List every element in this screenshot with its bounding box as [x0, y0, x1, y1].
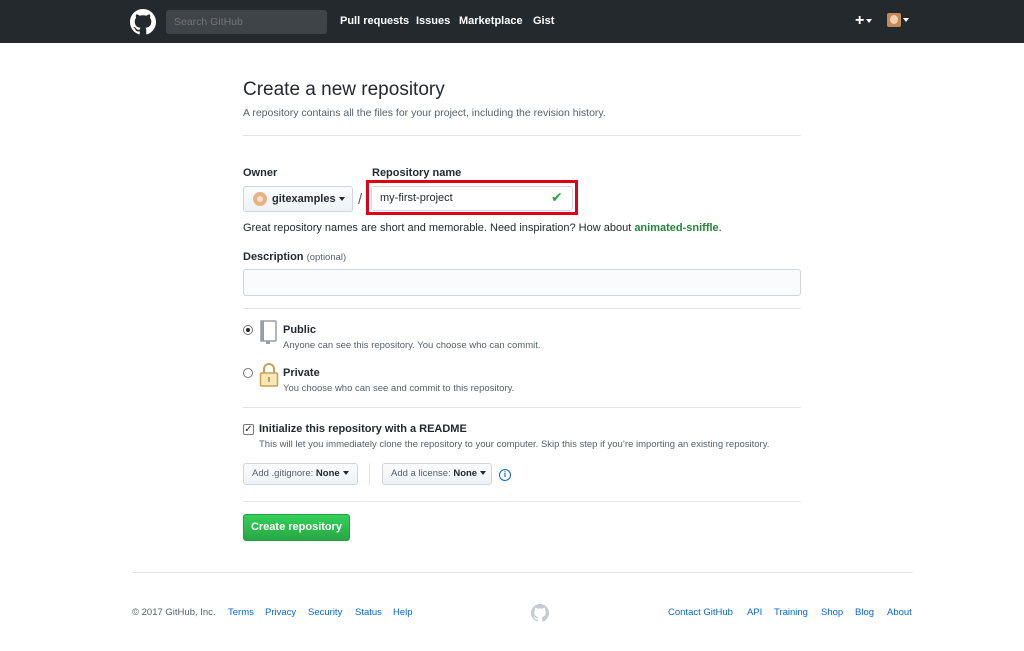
- info-icon[interactable]: i: [499, 469, 511, 481]
- page-subtitle: A repository contains all the files for …: [243, 107, 606, 119]
- github-logo-icon[interactable]: [130, 9, 156, 35]
- gitignore-value: None: [315, 468, 340, 479]
- optional-tag: (optional): [306, 252, 347, 263]
- footer-link-privacy[interactable]: Privacy: [265, 607, 296, 618]
- top-header: Pull requests Issues Marketplace Gist +: [0, 0, 1024, 43]
- description-label: Description (optional): [243, 251, 346, 263]
- repo-book-icon: [260, 320, 277, 344]
- caret-down-icon: [480, 471, 487, 476]
- caret-down-icon: [866, 18, 873, 23]
- repo-name-label: Repository name: [372, 167, 462, 179]
- public-radio[interactable]: [243, 325, 253, 335]
- public-title: Public: [283, 324, 317, 336]
- description-label-text: Description: [243, 251, 304, 263]
- caret-down-icon: [338, 197, 345, 202]
- owner-value: gitexamples: [272, 193, 336, 205]
- footer-link-contact[interactable]: Contact GitHub: [668, 607, 733, 618]
- divider: [243, 135, 801, 136]
- new-menu-button[interactable]: +: [855, 12, 873, 30]
- footer-link-help[interactable]: Help: [393, 607, 413, 618]
- caret-down-icon: [342, 471, 349, 476]
- private-radio[interactable]: [243, 368, 253, 378]
- search-input[interactable]: [166, 10, 327, 34]
- footer-link-training[interactable]: Training: [774, 607, 808, 618]
- footer-link-blog[interactable]: Blog: [855, 607, 874, 618]
- private-title: Private: [283, 367, 320, 379]
- footer-link-terms[interactable]: Terms: [228, 607, 254, 618]
- public-description: Anyone can see this repository. You choo…: [283, 340, 541, 351]
- nav-issues[interactable]: Issues: [416, 0, 450, 43]
- user-avatar: [887, 13, 901, 27]
- copyright: © 2017 GitHub, Inc.: [132, 607, 216, 618]
- nav-gist[interactable]: Gist: [533, 0, 554, 43]
- user-menu-button[interactable]: [887, 13, 909, 27]
- license-select[interactable]: Add a license: None: [382, 463, 492, 485]
- footer-link-about[interactable]: About: [887, 607, 912, 618]
- divider: [369, 463, 370, 485]
- gitignore-select[interactable]: Add .gitignore: None: [243, 463, 358, 485]
- lock-icon: [259, 363, 279, 387]
- divider: [243, 407, 801, 408]
- repo-name-hint: Great repository names are short and mem…: [243, 222, 722, 234]
- owner-label: Owner: [243, 167, 278, 179]
- footer-link-security[interactable]: Security: [308, 607, 342, 618]
- footer-divider: [132, 572, 913, 573]
- nav-marketplace[interactable]: Marketplace: [459, 0, 523, 43]
- divider: [243, 308, 801, 309]
- nav-pull-requests[interactable]: Pull requests: [340, 0, 409, 43]
- plus-icon: +: [855, 12, 865, 29]
- hint-end: .: [718, 222, 722, 234]
- license-label: Add a license:: [391, 468, 451, 479]
- divider: [243, 501, 801, 502]
- github-logo-icon[interactable]: [531, 604, 549, 622]
- gitignore-label: Add .gitignore:: [252, 468, 314, 479]
- hint-text: Great repository names are short and mem…: [243, 222, 635, 234]
- license-value: None: [453, 468, 478, 479]
- create-repository-button[interactable]: Create repository: [243, 514, 350, 541]
- footer-link-api[interactable]: API: [747, 607, 762, 618]
- owner-avatar: [253, 192, 267, 207]
- footer-link-shop[interactable]: Shop: [821, 607, 843, 618]
- page-title: Create a new repository: [243, 79, 445, 100]
- owner-repo-separator: /: [358, 191, 363, 208]
- description-input[interactable]: [243, 269, 801, 296]
- private-description: You choose who can see and commit to thi…: [283, 383, 515, 394]
- footer-link-status[interactable]: Status: [355, 607, 382, 618]
- owner-select[interactable]: gitexamples: [243, 186, 353, 212]
- name-suggestion-link[interactable]: animated-sniffle: [634, 222, 718, 234]
- highlight-annotation: [366, 180, 578, 215]
- readme-checkbox[interactable]: ✓: [243, 424, 254, 435]
- caret-down-icon: [903, 18, 909, 22]
- readme-description: This will let you immediately clone the …: [259, 439, 770, 450]
- readme-title: Initialize this repository with a README: [259, 423, 467, 435]
